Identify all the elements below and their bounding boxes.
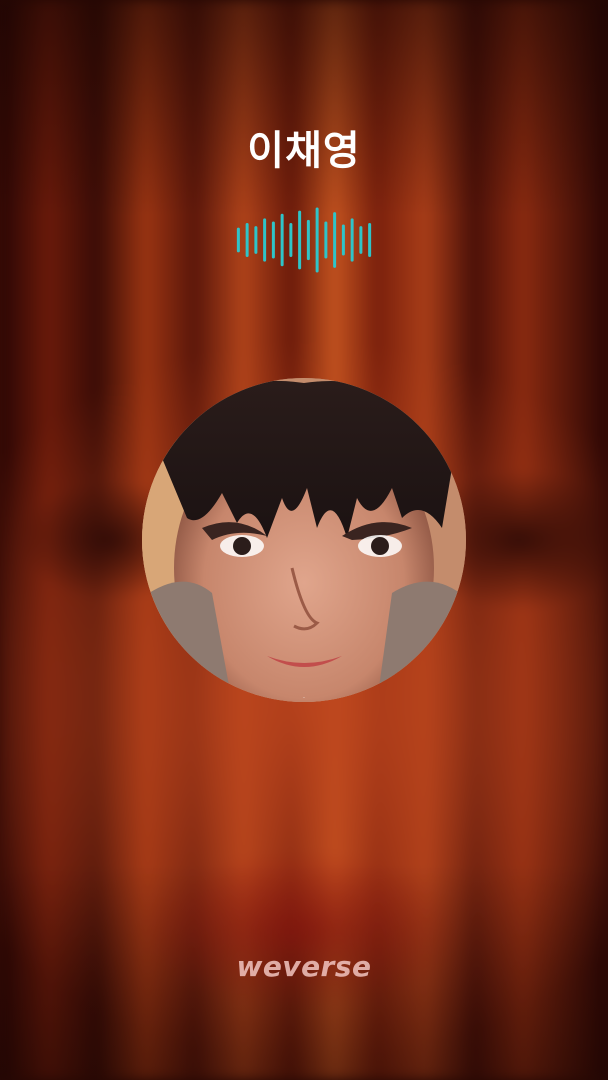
svg-text:·: · xyxy=(303,694,305,702)
profile-photo: · xyxy=(142,378,466,702)
avatar: · xyxy=(142,378,466,702)
caller-name: 이채영 xyxy=(247,128,361,174)
voice-waveform-icon xyxy=(236,207,372,273)
weverse-logo: weverse xyxy=(236,950,372,983)
